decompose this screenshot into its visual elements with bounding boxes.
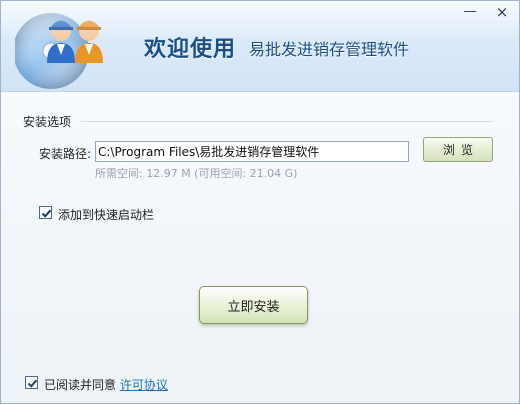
disk-space-info: 所需空间: 12.97 M (可用空间: 21.04 G) [95,167,298,180]
agreement-prefix: 已阅读并同意 [44,378,117,392]
install-path-input[interactable] [95,141,409,162]
install-path-label: 安装路径: [39,147,92,161]
section-divider [81,121,493,122]
checkmark-icon [41,209,52,218]
agree-license-checkbox[interactable] [25,376,38,389]
app-name-title: 易批发进销存管理软件 [249,40,410,59]
welcome-title: 欢迎使用 [144,37,237,62]
checkmark-icon [27,379,38,388]
agreement-text: 已阅读并同意 许可协议 [44,376,168,393]
minimize-icon[interactable]: — [461,5,479,21]
install-now-button[interactable]: 立即安装 [199,286,308,324]
browse-button[interactable]: 浏览 [423,137,493,162]
installer-disc-users-icon [15,13,103,89]
quick-launch-label: 添加到快速启动栏 [58,208,155,222]
install-options-heading: 安装选项 [23,115,72,129]
header-banner: 欢迎使用 易批发进销存管理软件 [1,1,519,92]
installer-window: 欢迎使用 易批发进销存管理软件 — × 安装选项 安装路径: 浏览 所需空间: … [0,0,520,404]
close-icon[interactable]: × [493,5,511,21]
quick-launch-checkbox[interactable] [39,206,52,219]
license-agreement-link[interactable]: 许可协议 [120,378,168,392]
